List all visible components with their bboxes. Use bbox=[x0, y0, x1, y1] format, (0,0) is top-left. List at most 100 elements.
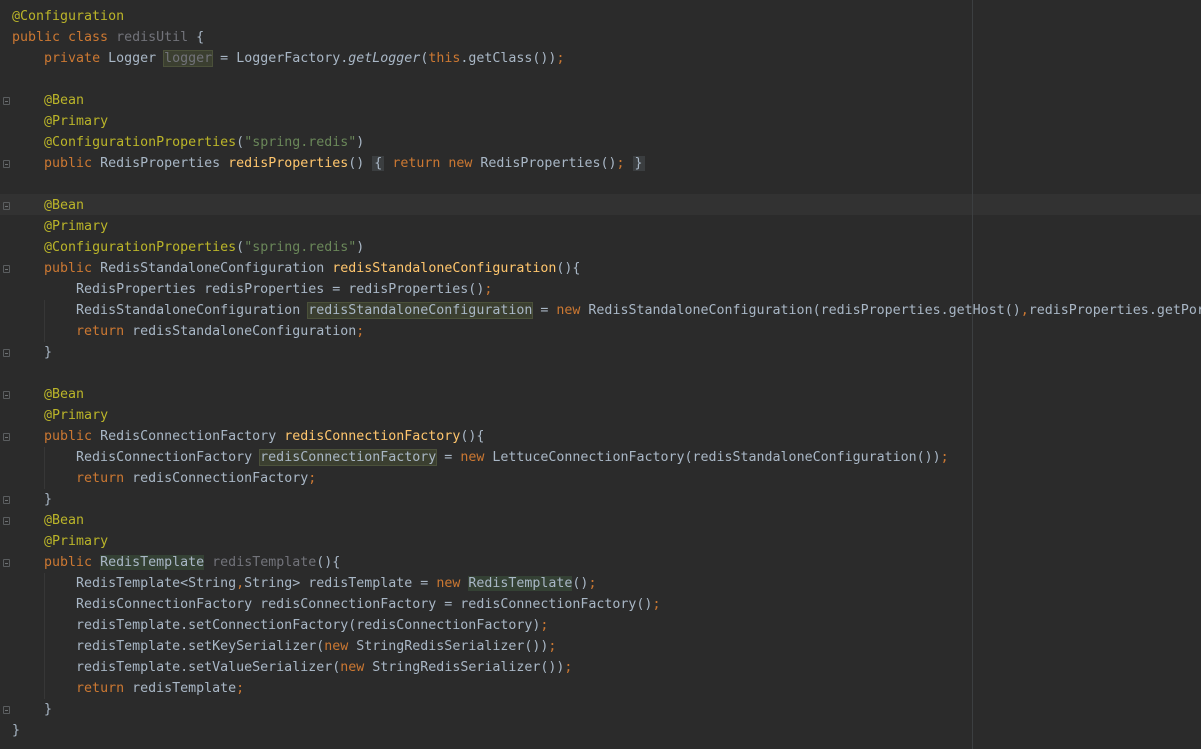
code-token: new bbox=[340, 660, 373, 675]
code-line[interactable]: redisTemplate.setKeySerializer(new Strin… bbox=[12, 636, 1201, 657]
code-token: LettuceConnectionFactory(redisStandalone… bbox=[492, 450, 941, 465]
code-token: private bbox=[44, 51, 109, 66]
code-token: @Bean bbox=[44, 513, 85, 528]
code-line[interactable] bbox=[12, 69, 1201, 90]
code-line[interactable]: RedisTemplate<String,String> redisTempla… bbox=[12, 573, 1201, 594]
code-token: Logger bbox=[108, 51, 165, 66]
fold-toggle-icon[interactable] bbox=[3, 433, 10, 441]
code-token: , bbox=[1020, 303, 1029, 318]
code-line[interactable]: public RedisStandaloneConfiguration redi… bbox=[12, 258, 1201, 279]
code-token: return bbox=[76, 471, 133, 486]
code-token: ; bbox=[548, 639, 557, 654]
code-line[interactable]: redisTemplate.setValueSerializer(new Str… bbox=[12, 657, 1201, 678]
code-line[interactable]: } bbox=[12, 699, 1201, 720]
code-token: ( bbox=[236, 240, 245, 255]
code-line[interactable]: @Configuration bbox=[12, 6, 1201, 27]
code-token: RedisStandaloneConfiguration bbox=[100, 261, 333, 276]
code-line[interactable]: return redisConnectionFactory; bbox=[12, 468, 1201, 489]
code-token: public bbox=[44, 555, 101, 570]
code-line[interactable]: @Bean bbox=[12, 195, 1201, 216]
code-lines[interactable]: @Configuration public class redisUtil { p… bbox=[12, 6, 1201, 741]
code-token: RedisTemplate<String bbox=[12, 576, 237, 591]
code-line[interactable]: public RedisTemplate redisTemplate(){ bbox=[12, 552, 1201, 573]
code-token: return new bbox=[392, 156, 481, 171]
code-token: RedisConnectionFactory bbox=[12, 450, 261, 465]
code-token: @Primary bbox=[44, 114, 109, 129]
code-token: redisTemplate.setConnectionFactory(redis… bbox=[12, 618, 541, 633]
code-line[interactable]: @Primary bbox=[12, 111, 1201, 132]
code-token: ; bbox=[652, 597, 661, 612]
code-token: ( bbox=[236, 135, 245, 150]
code-token: redisProperties bbox=[228, 156, 349, 171]
code-line[interactable]: @Primary bbox=[12, 405, 1201, 426]
code-line[interactable]: return redisStandaloneConfiguration; bbox=[12, 321, 1201, 342]
code-token: ; bbox=[308, 471, 317, 486]
code-token: } bbox=[12, 345, 53, 360]
code-token: @Primary bbox=[44, 408, 109, 423]
code-line[interactable]: @Bean bbox=[12, 510, 1201, 531]
code-line[interactable]: } bbox=[12, 489, 1201, 510]
code-token: ; bbox=[588, 576, 597, 591]
fold-toggle-icon[interactable] bbox=[3, 349, 10, 357]
code-line[interactable]: public class redisUtil { bbox=[12, 27, 1201, 48]
fold-toggle-icon[interactable] bbox=[3, 559, 10, 567]
code-line[interactable]: @ConfigurationProperties("spring.redis") bbox=[12, 132, 1201, 153]
code-token: @Primary bbox=[44, 219, 109, 234]
code-token: redisTemplate.setKeySerializer( bbox=[12, 639, 325, 654]
code-line[interactable]: public RedisProperties redisProperties()… bbox=[12, 153, 1201, 174]
code-line[interactable] bbox=[12, 174, 1201, 195]
code-line[interactable]: RedisStandaloneConfiguration redisStanda… bbox=[12, 300, 1201, 321]
fold-toggle-icon[interactable] bbox=[3, 160, 10, 168]
code-token: return bbox=[76, 681, 133, 696]
code-line[interactable]: RedisProperties redisProperties = redisP… bbox=[12, 279, 1201, 300]
code-token: public bbox=[44, 156, 101, 171]
code-token: @Configuration bbox=[12, 9, 125, 24]
fold-toggle-icon[interactable] bbox=[3, 496, 10, 504]
code-line[interactable]: @ConfigurationProperties("spring.redis") bbox=[12, 237, 1201, 258]
fold-toggle-icon[interactable] bbox=[3, 265, 10, 273]
fold-gutter bbox=[0, 0, 12, 749]
code-line[interactable]: } bbox=[12, 342, 1201, 363]
code-token: return bbox=[76, 324, 133, 339]
code-token: } bbox=[12, 492, 53, 507]
code-line[interactable]: RedisConnectionFactory redisConnectionFa… bbox=[12, 594, 1201, 615]
code-editor[interactable]: @Configuration public class redisUtil { p… bbox=[0, 0, 1201, 749]
code-token: (){ bbox=[460, 429, 485, 444]
code-token: = LoggerFactory. bbox=[212, 51, 349, 66]
code-token: redisProperties.getPort bbox=[1028, 303, 1201, 318]
code-line[interactable] bbox=[12, 363, 1201, 384]
code-token: redisTemplate bbox=[212, 555, 317, 570]
code-token: RedisTemplate bbox=[468, 576, 573, 591]
code-token: (){ bbox=[316, 555, 341, 570]
code-token: redisConnectionFactory bbox=[132, 471, 309, 486]
code-line[interactable]: @Bean bbox=[12, 384, 1201, 405]
code-line[interactable]: redisTemplate.setConnectionFactory(redis… bbox=[12, 615, 1201, 636]
code-token: RedisProperties redisProperties = redisP… bbox=[12, 282, 485, 297]
fold-toggle-icon[interactable] bbox=[3, 517, 10, 525]
code-token: @Primary bbox=[44, 534, 109, 549]
code-line[interactable]: private Logger logger = LoggerFactory.ge… bbox=[12, 48, 1201, 69]
code-line[interactable]: @Primary bbox=[12, 216, 1201, 237]
code-line[interactable]: RedisConnectionFactory redisConnectionFa… bbox=[12, 447, 1201, 468]
fold-toggle-icon[interactable] bbox=[3, 706, 10, 714]
code-line[interactable]: @Bean bbox=[12, 90, 1201, 111]
code-token: RedisStandaloneConfiguration bbox=[12, 303, 309, 318]
code-line[interactable]: } bbox=[12, 720, 1201, 741]
fold-toggle-icon[interactable] bbox=[3, 391, 10, 399]
code-token: } bbox=[12, 723, 21, 738]
code-token: ; bbox=[556, 51, 565, 66]
code-line[interactable]: public RedisConnectionFactory redisConne… bbox=[12, 426, 1201, 447]
code-token: @Bean bbox=[44, 93, 85, 108]
fold-toggle-icon[interactable] bbox=[3, 202, 10, 210]
code-line[interactable]: @Primary bbox=[12, 531, 1201, 552]
code-line[interactable]: return redisTemplate; bbox=[12, 678, 1201, 699]
fold-toggle-icon[interactable] bbox=[3, 97, 10, 105]
code-token: redisTemplate bbox=[132, 681, 237, 696]
